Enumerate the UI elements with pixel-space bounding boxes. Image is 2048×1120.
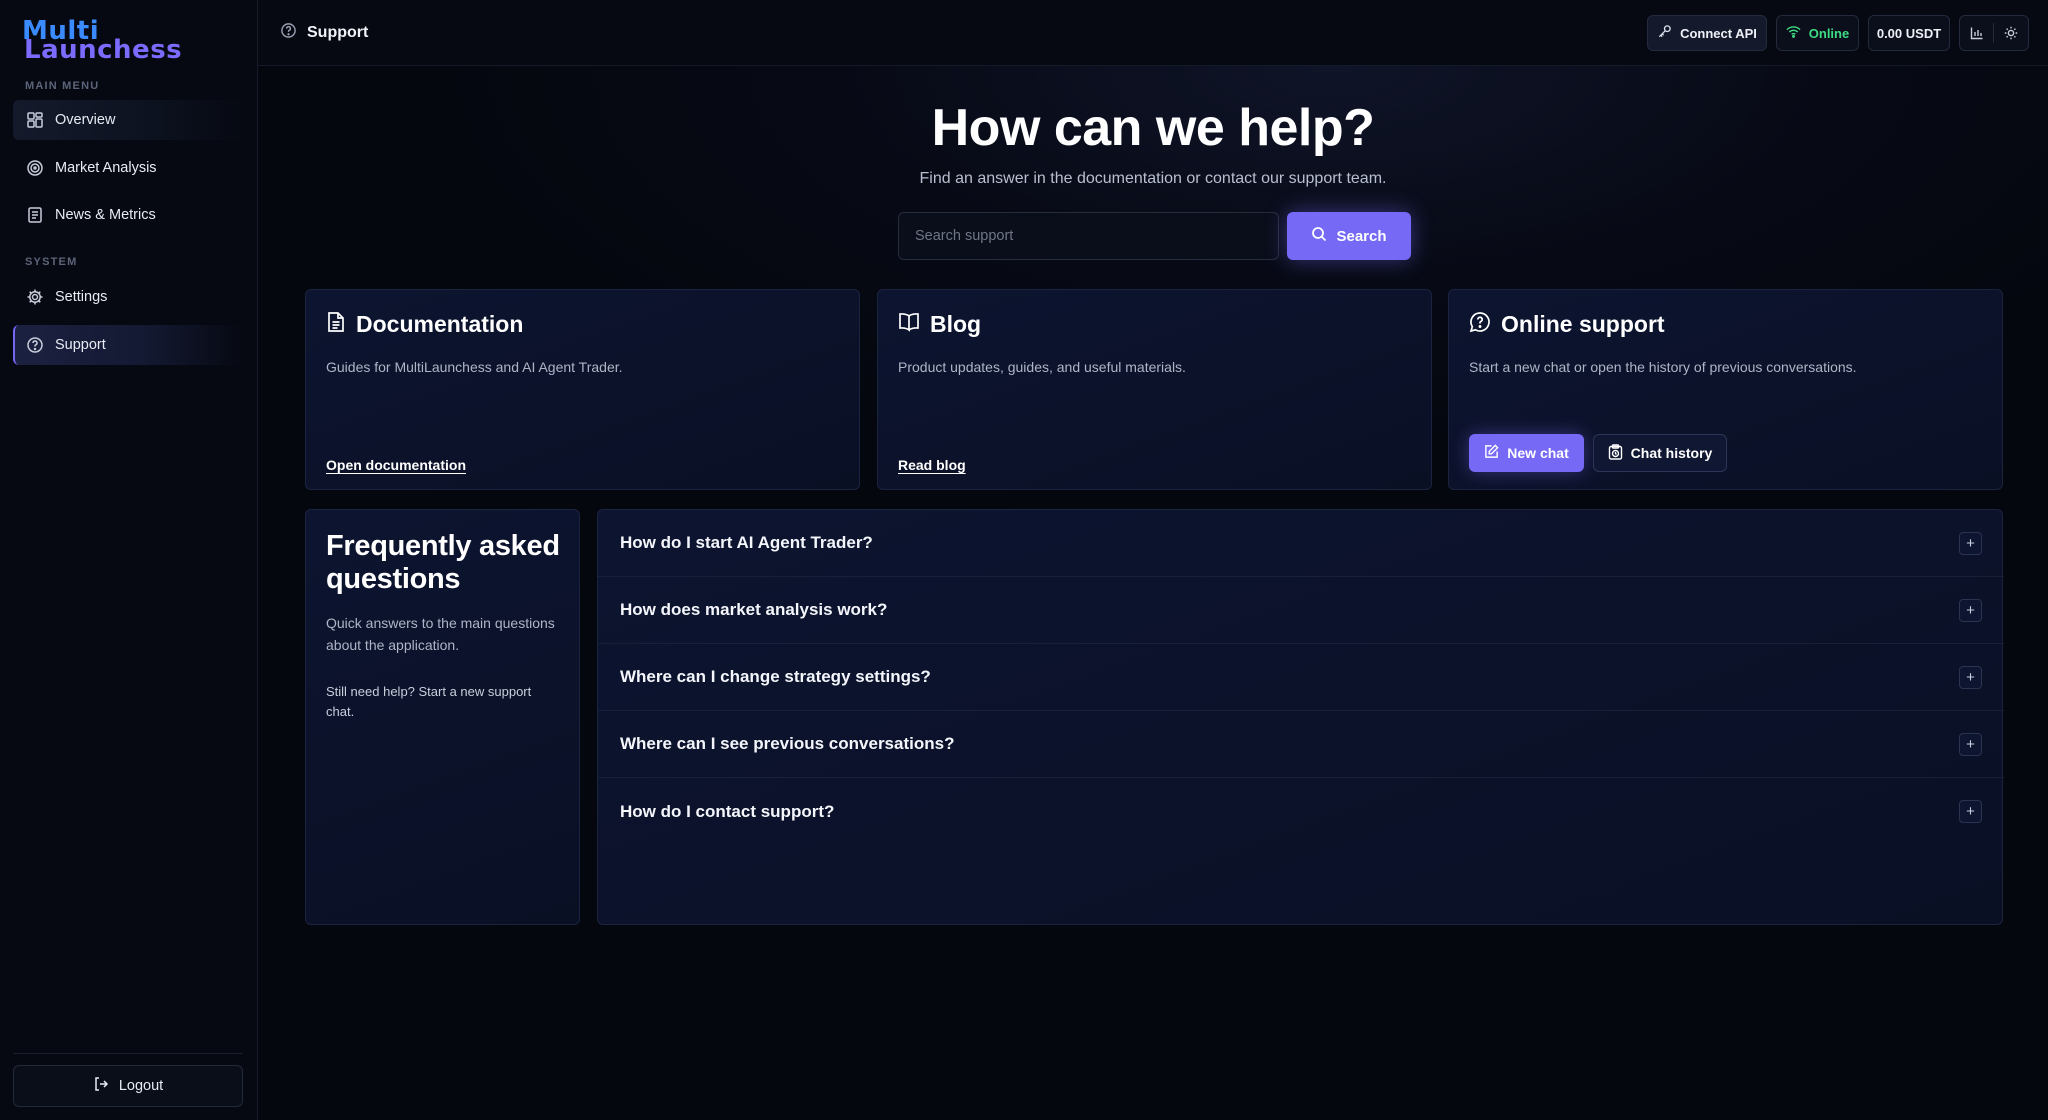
faq-question: Where can I change strategy settings?: [620, 667, 931, 686]
document-icon: [326, 311, 346, 338]
sidebar-item-label: Overview: [55, 112, 116, 128]
clipboard-history-icon: [1608, 443, 1623, 463]
search-input[interactable]: [898, 212, 1279, 260]
gear-icon: [26, 288, 44, 306]
faq-item[interactable]: How does market analysis work? +: [598, 577, 2004, 644]
search-button-label: Search: [1336, 227, 1387, 245]
newspaper-icon: [26, 206, 44, 224]
faq-question: Where can I see previous conversations?: [620, 734, 955, 753]
search-button[interactable]: Search: [1287, 212, 1411, 260]
faq-help-note: Still need help? Start a new support cha…: [326, 684, 532, 719]
faq-item[interactable]: How do I contact support? +: [598, 778, 2004, 845]
logo-line-2: Launchess: [24, 35, 183, 65]
sidebar-item-label: Support: [55, 337, 106, 353]
open-documentation-link[interactable]: Open documentation: [326, 457, 466, 473]
card-title: Documentation: [356, 311, 524, 337]
chat-history-button[interactable]: Chat history: [1593, 434, 1727, 472]
chart-icon[interactable]: [1960, 23, 1994, 43]
help-circle-icon: [280, 22, 297, 44]
app-root: Multi Launchess MAIN MENU Overview Marke…: [0, 0, 2048, 1120]
connect-api-label: Connect API: [1680, 25, 1757, 41]
sidebar-item-label: Market Analysis: [55, 160, 157, 176]
card-header: Blog: [898, 311, 981, 338]
page-title: Support: [280, 22, 368, 44]
read-blog-link[interactable]: Read blog: [898, 457, 966, 473]
plus-icon[interactable]: +: [1959, 532, 1982, 555]
hero-title: How can we help?: [931, 99, 1375, 157]
help-circle-icon: [26, 336, 44, 354]
key-icon: [1657, 24, 1672, 42]
faq-item[interactable]: Where can I change strategy settings? +: [598, 644, 2004, 711]
sidebar-divider: [13, 1053, 243, 1054]
card-description: Start a new chat or open the history of …: [1469, 359, 1857, 375]
sidebar-item-label: Settings: [55, 289, 108, 305]
online-status-label: Online: [1808, 25, 1850, 41]
logout-label: Logout: [118, 1078, 164, 1094]
plus-icon[interactable]: +: [1959, 733, 1982, 756]
faq-question: How does market analysis work?: [620, 600, 888, 619]
search-icon: [1311, 226, 1327, 246]
card-title: Online support: [1501, 311, 1665, 337]
online-support-card: Online support Start a new chat or open …: [1448, 289, 2003, 490]
sidebar: Multi Launchess MAIN MENU Overview Marke…: [0, 0, 258, 1120]
logout-icon: [93, 1076, 109, 1096]
page-title-text: Support: [307, 24, 369, 41]
connect-api-button[interactable]: Connect API: [1647, 15, 1767, 51]
faq-intro-card: Frequently asked questions Quick answers…: [305, 509, 580, 925]
card-title: Blog: [930, 311, 982, 337]
plus-icon[interactable]: +: [1959, 599, 1982, 622]
card-description: Guides for MultiLaunchess and AI Agent T…: [326, 359, 623, 375]
faq-question: How do I contact support?: [620, 801, 835, 821]
new-chat-label: New chat: [1507, 445, 1569, 461]
main-menu-label: MAIN MENU: [25, 80, 100, 92]
edit-icon: [1484, 444, 1499, 462]
faq-item[interactable]: How do I start AI Agent Trader? +: [598, 510, 2004, 577]
card-description: Product updates, guides, and useful mate…: [898, 359, 1186, 375]
blog-card: Blog Product updates, guides, and useful…: [877, 289, 1432, 490]
plus-icon[interactable]: +: [1959, 666, 1982, 689]
logout-button[interactable]: Logout: [13, 1065, 243, 1107]
sidebar-item-label: News & Metrics: [55, 207, 156, 223]
sidebar-item-overview[interactable]: Overview: [13, 100, 243, 140]
sidebar-item-support[interactable]: Support: [13, 325, 243, 365]
wifi-icon: [1786, 25, 1801, 41]
faq-title: Frequently asked questions: [326, 530, 560, 595]
balance-badge: 0.00 USDT: [1868, 15, 1950, 51]
sidebar-item-news-metrics[interactable]: News & Metrics: [13, 195, 243, 235]
logo[interactable]: Multi Launchess: [22, 18, 192, 65]
sun-icon[interactable]: [1994, 26, 2028, 40]
chat-help-icon: [1469, 311, 1491, 338]
faq-item[interactable]: Where can I see previous conversations? …: [598, 711, 2004, 778]
book-open-icon: [898, 312, 920, 337]
grid-icon: [26, 111, 44, 129]
online-status-badge: Online: [1776, 15, 1859, 51]
chat-history-label: Chat history: [1630, 445, 1713, 461]
sidebar-item-market-analysis[interactable]: Market Analysis: [13, 148, 243, 188]
card-header: Documentation: [326, 311, 523, 338]
hero-subtitle: Find an answer in the documentation or c…: [919, 170, 1387, 187]
plus-icon[interactable]: +: [1959, 800, 1982, 823]
documentation-card: Documentation Guides for MultiLaunchess …: [305, 289, 860, 490]
faq-list: How do I start AI Agent Trader? + How do…: [597, 509, 2004, 925]
sidebar-item-settings[interactable]: Settings: [13, 277, 243, 317]
system-label: SYSTEM: [25, 256, 78, 268]
card-header: Online support: [1469, 311, 1665, 338]
faq-question: How do I start AI Agent Trader?: [620, 533, 873, 552]
balance-label: 0.00 USDT: [1876, 25, 1942, 41]
top-header: Support Connect API Online 0.00 USDT: [258, 0, 2048, 66]
new-chat-button[interactable]: New chat: [1469, 434, 1584, 472]
header-tools: [1959, 15, 2029, 51]
main-content: How can we help? Find an answer in the d…: [258, 66, 2048, 1120]
target-icon: [26, 159, 44, 177]
faq-subtitle: Quick answers to the main questions abou…: [326, 615, 555, 653]
